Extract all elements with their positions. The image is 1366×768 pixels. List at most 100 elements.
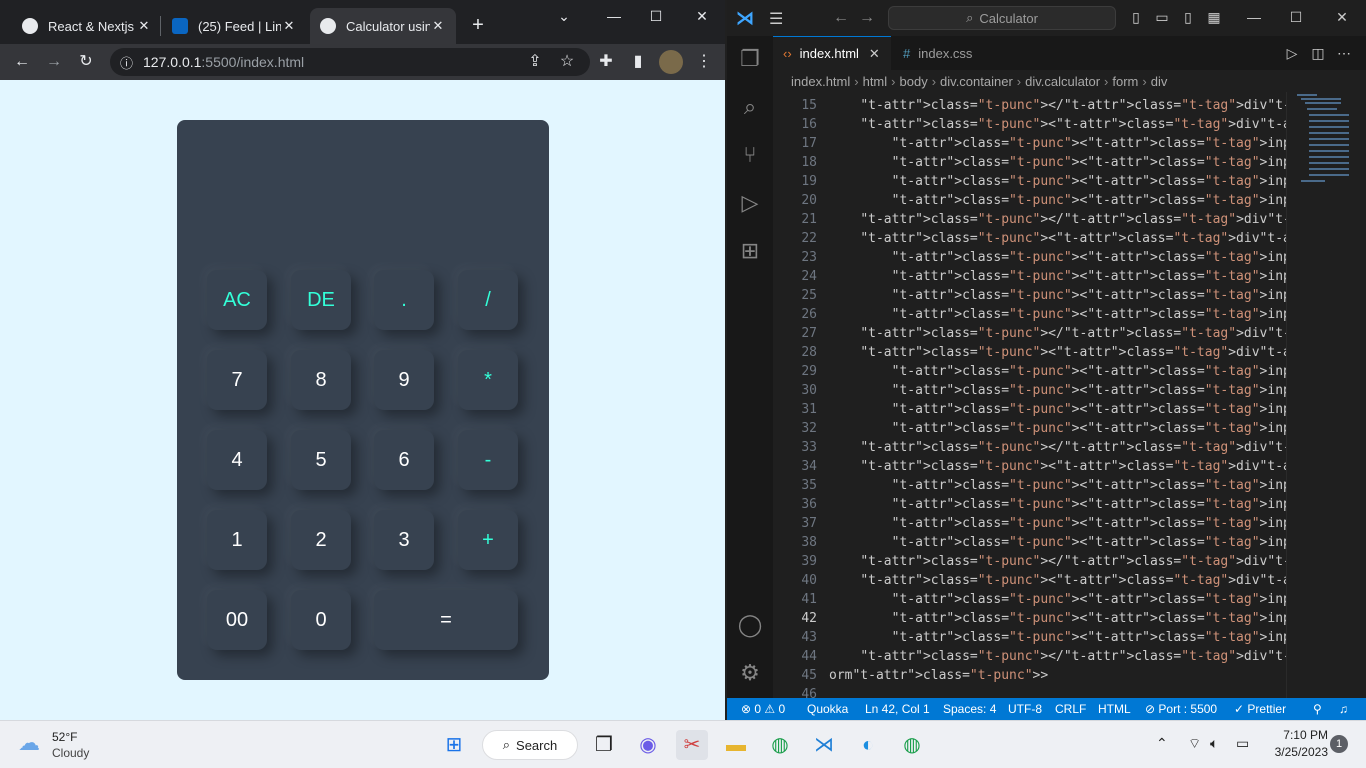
address-bar[interactable]: ⓘ 127.0.0.1:5500/index.html	[110, 48, 590, 76]
live-share-icon[interactable]: ⚲	[1313, 702, 1322, 716]
code-line[interactable]: 18 "t-attr">class="t-punc"><"t-attr">cla…	[773, 153, 1286, 172]
code-line[interactable]: 38 "t-attr">class="t-punc"><"t-attr">cla…	[773, 533, 1286, 552]
code-line[interactable]: 29 "t-attr">class="t-punc"><"t-attr">cla…	[773, 362, 1286, 381]
code-line[interactable]: 33 "t-attr">class="t-punc"></"t-attr">cl…	[773, 438, 1286, 457]
indentation-status[interactable]: Spaces: 4	[943, 702, 996, 716]
code-line[interactable]: 44 "t-attr">class="t-punc"></"t-attr">cl…	[773, 647, 1286, 666]
extensions-icon[interactable]: ✚	[594, 50, 618, 74]
close-icon[interactable]: ✕	[869, 46, 880, 62]
file-explorer-icon[interactable]: ▬	[720, 730, 752, 760]
code-line[interactable]: 36 "t-attr">class="t-punc"><"t-attr">cla…	[773, 495, 1286, 514]
side-panel-icon[interactable]: ▮	[626, 50, 650, 74]
explorer-icon[interactable]: ❐	[735, 44, 765, 74]
battery-icon[interactable]: ▭	[1236, 735, 1249, 752]
command-center-search[interactable]: ⌕ Calculator	[888, 6, 1116, 30]
code-line[interactable]: 24 "t-attr">class="t-punc"><"t-attr">cla…	[773, 267, 1286, 286]
code-line[interactable]: 35 "t-attr">class="t-punc"><"t-attr">cla…	[773, 476, 1286, 495]
breadcrumb-item[interactable]: div.container	[940, 74, 1013, 89]
calc-key[interactable]: 2	[291, 510, 351, 570]
calc-key[interactable]: 6	[374, 430, 434, 490]
code-line[interactable]: 46	[773, 685, 1286, 698]
close-icon[interactable]: ✕	[136, 18, 152, 34]
breadcrumb-item[interactable]: html	[863, 74, 888, 89]
search-icon[interactable]: ⌕	[735, 92, 765, 122]
chevron-up-icon[interactable]: ⌃	[1156, 735, 1168, 752]
code-line[interactable]: 28 "t-attr">class="t-punc"><"t-attr">cla…	[773, 343, 1286, 362]
breadcrumb-item[interactable]: index.html	[791, 74, 850, 89]
minimap[interactable]	[1286, 92, 1366, 698]
minimize-icon[interactable]: —	[604, 8, 624, 24]
calc-key[interactable]: 5	[291, 430, 351, 490]
edge-icon[interactable]: ◐	[852, 730, 884, 760]
code-line[interactable]: 43 "t-attr">class="t-punc"><"t-attr">cla…	[773, 628, 1286, 647]
customize-layout-icon[interactable]: ▦	[1205, 9, 1223, 26]
calc-key[interactable]: 7	[207, 350, 267, 410]
problems-indicator[interactable]: ⊗ 0 ⚠ 0	[741, 702, 785, 716]
code-line[interactable]: 22 "t-attr">class="t-punc"><"t-attr">cla…	[773, 229, 1286, 248]
hamburger-menu-icon[interactable]: ☰	[769, 9, 789, 28]
tab-index-css[interactable]: # index.css	[893, 36, 1011, 70]
calc-key[interactable]: 8	[291, 350, 351, 410]
maximize-icon[interactable]: ☐	[1287, 9, 1305, 26]
calc-key[interactable]: 00	[207, 590, 267, 650]
close-window-icon[interactable]: ✕	[692, 8, 712, 25]
nav-forward-icon[interactable]: →	[859, 9, 875, 27]
cloud-icon[interactable]: ☁	[18, 732, 46, 754]
calc-key[interactable]: .	[374, 270, 434, 330]
tab-index-html[interactable]: ‹› index.html ✕	[773, 36, 891, 70]
code-line[interactable]: 42 "t-attr">class="t-punc"><"t-attr">cla…	[773, 609, 1286, 628]
reload-icon[interactable]: ↻	[74, 50, 98, 74]
extensions-icon[interactable]: ⊞	[735, 236, 765, 266]
bookmark-star-icon[interactable]: ☆	[555, 50, 579, 74]
toggle-panel-icon[interactable]: ▭	[1153, 9, 1171, 26]
code-line[interactable]: 39 "t-attr">class="t-punc"></"t-attr">cl…	[773, 552, 1286, 571]
windows-start-icon[interactable]: ⊞	[438, 730, 470, 760]
calc-key[interactable]: 9	[374, 350, 434, 410]
profile-avatar[interactable]	[659, 50, 683, 74]
live-server-status[interactable]: ⊘ Port : 5500	[1145, 702, 1217, 716]
volume-icon[interactable]: 🔈︎	[1210, 735, 1218, 752]
code-line[interactable]: 40 "t-attr">class="t-punc"><"t-attr">cla…	[773, 571, 1286, 590]
code-line[interactable]: 20 "t-attr">class="t-punc"><"t-attr">cla…	[773, 191, 1286, 210]
breadcrumb-item[interactable]: div	[1151, 74, 1168, 89]
breadcrumb-item[interactable]: body	[900, 74, 928, 89]
calc-key[interactable]: 3	[374, 510, 434, 570]
notification-badge[interactable]: 1	[1330, 735, 1348, 753]
share-icon[interactable]: ⇪	[523, 50, 547, 74]
code-line[interactable]: 21 "t-attr">class="t-punc"></"t-attr">cl…	[773, 210, 1286, 229]
code-line[interactable]: 37 "t-attr">class="t-punc"><"t-attr">cla…	[773, 514, 1286, 533]
toggle-sidebar-icon[interactable]: ▯	[1127, 9, 1145, 26]
browser-tab-calculator[interactable]: Calculator using ✕	[310, 8, 456, 44]
run-icon[interactable]: ▷	[1283, 45, 1301, 62]
prettier-status[interactable]: ✓ Prettier	[1234, 702, 1286, 716]
task-view-icon[interactable]: ❐	[588, 730, 620, 760]
nav-back-icon[interactable]: ←	[833, 9, 849, 27]
quokka-status[interactable]: Quokka	[807, 702, 848, 716]
code-line[interactable]: 23 "t-attr">class="t-punc"><"t-attr">cla…	[773, 248, 1286, 267]
notifications-bell-icon[interactable]: ♫	[1339, 702, 1348, 716]
snipping-tool-icon[interactable]: ✂	[676, 730, 708, 760]
teams-chat-icon[interactable]: ◉	[632, 730, 664, 760]
code-line[interactable]: 27 "t-attr">class="t-punc"></"t-attr">cl…	[773, 324, 1286, 343]
code-line[interactable]: 31 "t-attr">class="t-punc"><"t-attr">cla…	[773, 400, 1286, 419]
calc-key[interactable]: *	[458, 350, 518, 410]
code-line[interactable]: 32 "t-attr">class="t-punc"><"t-attr">cla…	[773, 419, 1286, 438]
split-editor-icon[interactable]: ◫	[1309, 45, 1327, 62]
calc-key[interactable]: 1	[207, 510, 267, 570]
clock-time[interactable]: 7:10 PM	[1268, 728, 1328, 742]
maximize-icon[interactable]: ☐	[646, 8, 666, 25]
calc-key[interactable]: -	[458, 430, 518, 490]
eol-status[interactable]: CRLF	[1055, 702, 1086, 716]
tab-search-icon[interactable]: ⌄	[554, 8, 574, 25]
menu-kebab-icon[interactable]: ⋮	[692, 50, 716, 74]
code-line[interactable]: 16 "t-attr">class="t-punc"><"t-attr">cla…	[773, 115, 1286, 134]
code-line[interactable]: 30 "t-attr">class="t-punc"><"t-attr">cla…	[773, 381, 1286, 400]
close-icon[interactable]: ✕	[281, 18, 297, 34]
calc-key[interactable]: AC	[207, 270, 267, 330]
breadcrumb-item[interactable]: div.calculator	[1025, 74, 1100, 89]
wifi-icon[interactable]: ⌔	[1188, 735, 1201, 753]
new-tab-button[interactable]: +	[468, 14, 488, 37]
settings-gear-icon[interactable]: ⚙	[735, 658, 765, 688]
browser-tab-linkedin[interactable]: (25) Feed | Linke ✕	[162, 8, 307, 44]
code-line[interactable]: 17 "t-attr">class="t-punc"><"t-attr">cla…	[773, 134, 1286, 153]
